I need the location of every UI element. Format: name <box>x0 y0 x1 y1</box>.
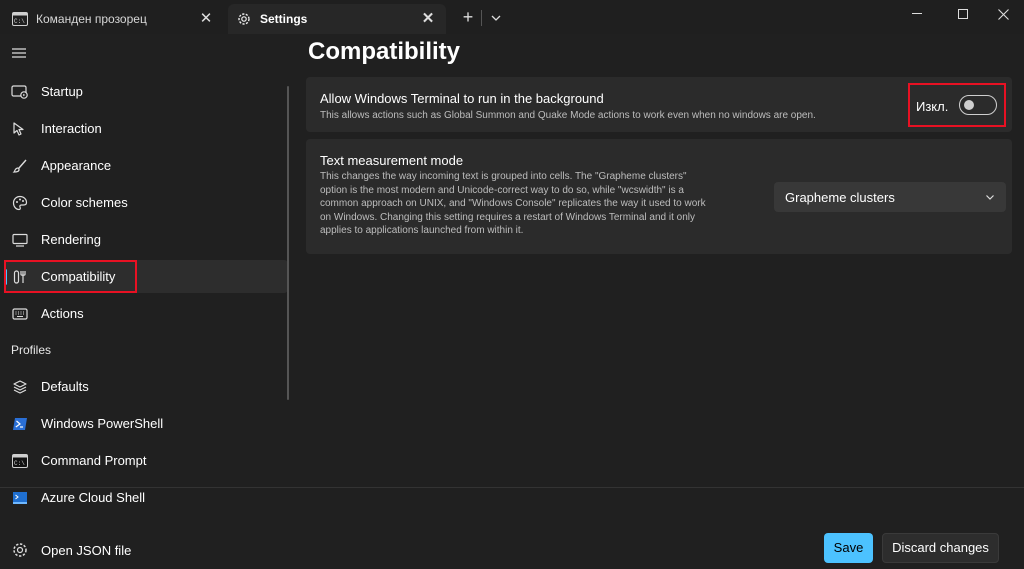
selection-indicator <box>4 269 7 285</box>
svg-text:C:\: C:\ <box>14 460 25 467</box>
description-line: option is the most modern and Unicode-co… <box>320 184 684 196</box>
terminal-icon: C:\ <box>12 11 28 27</box>
interaction-icon <box>11 120 29 138</box>
sidebar-item-label: Actions <box>41 306 84 321</box>
sidebar-item-command-prompt[interactable]: C:\ Command Prompt <box>4 444 288 477</box>
gear-icon <box>11 541 29 559</box>
brush-icon <box>11 157 29 175</box>
keyboard-icon <box>11 305 29 323</box>
page-title: Compatibility <box>308 38 461 65</box>
minimize-icon[interactable] <box>894 0 940 28</box>
tab-settings[interactable]: Settings ✕ <box>228 4 446 34</box>
save-button[interactable]: Save <box>824 533 873 563</box>
profiles-header: Profiles <box>11 343 52 357</box>
sidebar-item-label: Compatibility <box>41 269 116 284</box>
sidebar-item-label: Interaction <box>41 121 102 136</box>
compatibility-icon <box>11 268 29 286</box>
sidebar-item-label: Color schemes <box>41 195 128 210</box>
sidebar-item-windows-powershell[interactable]: Windows PowerShell <box>4 407 288 440</box>
sidebar-item-startup[interactable]: Startup <box>4 75 288 108</box>
title-bar: C:\ Команден прозорец ✕ Settings ✕ + <box>0 0 1024 34</box>
powershell-icon <box>11 415 29 433</box>
hamburger-menu-icon[interactable] <box>10 44 28 62</box>
tab-command-prompt[interactable]: C:\ Команден прозорец ✕ <box>0 4 224 34</box>
setting-title: Text measurement mode <box>320 153 464 168</box>
description-line: common approach on UNIX, and "Windows Co… <box>320 198 706 209</box>
footer: Open JSON file Save Discard changes <box>0 488 1024 569</box>
gear-icon <box>236 11 252 27</box>
startup-icon <box>11 83 29 101</box>
sidebar-item-color-schemes[interactable]: Color schemes <box>4 186 288 219</box>
discard-changes-button[interactable]: Discard changes <box>882 533 999 563</box>
toggle-state-label: Изкл. <box>916 99 949 114</box>
close-tab-icon[interactable]: ✕ <box>198 11 214 27</box>
open-json-file-button[interactable]: Open JSON file <box>4 534 204 567</box>
description-line: on Windows. Changing this setting requir… <box>320 211 695 223</box>
tab-label: Settings <box>260 12 308 26</box>
sidebar-item-label: Defaults <box>41 379 89 394</box>
layers-icon <box>11 378 29 396</box>
cmd-icon: C:\ <box>11 452 29 470</box>
setting-card-background: Allow Windows Terminal to run in the bac… <box>306 77 1012 132</box>
sidebar-item-interaction[interactable]: Interaction <box>4 112 288 145</box>
close-tab-icon[interactable]: ✕ <box>420 11 436 27</box>
description-line: This changes the way incoming text is gr… <box>320 171 687 182</box>
sidebar-item-label: Windows PowerShell <box>41 416 164 431</box>
sidebar-item-label: Command Prompt <box>41 453 147 468</box>
toggle-knob <box>964 100 974 110</box>
setting-description: This allows actions such as Global Summo… <box>320 110 816 121</box>
sidebar-item-label: Appearance <box>41 158 112 173</box>
svg-text:C:\: C:\ <box>14 18 25 25</box>
setting-description: This changes the way incoming text is gr… <box>320 170 760 238</box>
chevron-down-icon <box>984 191 996 203</box>
sidebar-item-defaults[interactable]: Defaults <box>4 370 288 403</box>
new-tab-plus-icon[interactable]: + <box>458 8 478 28</box>
sidebar-item-actions[interactable]: Actions <box>4 297 288 330</box>
setting-card-text-measurement: Text measurement mode This changes the w… <box>306 139 1012 254</box>
open-json-label: Open JSON file <box>41 543 132 558</box>
palette-icon <box>11 194 29 212</box>
sidebar-scrollbar[interactable] <box>287 86 289 400</box>
close-window-icon[interactable] <box>980 0 1024 28</box>
sidebar-item-appearance[interactable]: Appearance <box>4 149 288 182</box>
sidebar-item-rendering[interactable]: Rendering <box>4 223 288 256</box>
sidebar-item-label: Startup <box>41 84 83 99</box>
dropdown-selected-value: Grapheme clusters <box>785 190 895 205</box>
text-measurement-dropdown[interactable]: Grapheme clusters <box>774 182 1006 212</box>
background-toggle-switch[interactable] <box>959 95 997 115</box>
monitor-icon <box>11 231 29 249</box>
tab-separator <box>481 10 482 26</box>
description-line: applies to applications launched from wi… <box>320 225 524 236</box>
sidebar-item-compatibility[interactable]: Compatibility <box>4 260 288 293</box>
setting-title: Allow Windows Terminal to run in the bac… <box>320 91 604 106</box>
tab-label: Команден прозорец <box>36 12 147 26</box>
sidebar-item-label: Rendering <box>41 232 101 247</box>
chevron-down-icon[interactable] <box>486 8 506 28</box>
